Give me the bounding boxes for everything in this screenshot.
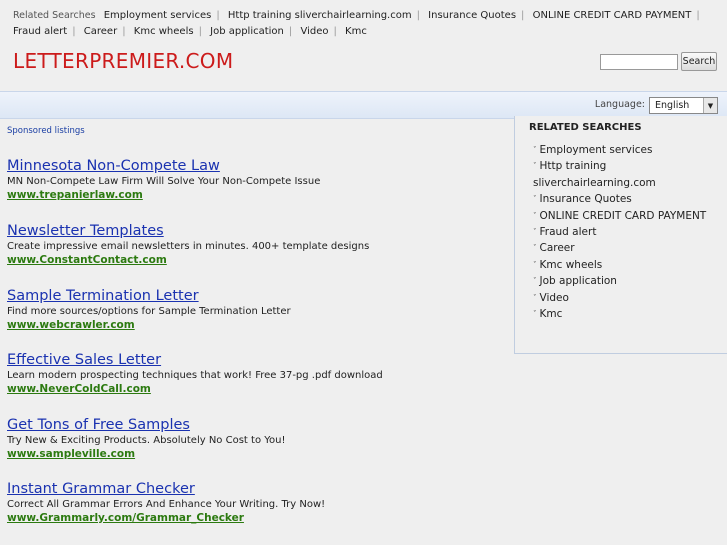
bullet-icon: ˇ [533,162,537,171]
bullet-icon: ˇ [533,195,537,204]
related-item-kmc-wheels[interactable]: ˇ Kmc wheels [533,257,713,273]
related-searches-label: Related Searches [13,10,96,21]
top-link-online-credit-card-payment[interactable]: ONLINE CREDIT CARD PAYMENT [533,10,692,21]
ad-description: Try New & Exciting Products. Absolutely … [7,435,286,446]
related-item-kmc[interactable]: ˇ Kmc [533,306,713,322]
related-item-online-credit-card-payment[interactable]: ˇ ONLINE CREDIT CARD PAYMENT [533,208,713,224]
separator: | [333,26,337,37]
search-button[interactable]: Search [681,52,717,71]
ad-title-link[interactable]: Get Tons of Free Samples [7,416,507,434]
separator: | [696,10,700,21]
ad-title-link[interactable]: Effective Sales Letter [7,351,507,369]
language-selected-value: English [655,100,690,111]
ad-title-link[interactable]: Newsletter Templates [7,222,507,240]
related-item-label: Career [539,242,575,255]
bullet-icon: ˇ [533,260,537,269]
related-item-label: ONLINE CREDIT CARD PAYMENT [539,209,707,222]
top-link-kmc[interactable]: Kmc [345,26,367,37]
bullet-icon: ˇ [533,228,537,237]
separator: | [72,26,76,37]
ad-description: Create impressive email newsletters in m… [7,241,370,252]
ad-listing: Instant Grammar Checker Correct All Gram… [7,480,507,525]
top-link-video[interactable]: Video [300,26,328,37]
related-item-label: Video [539,291,569,304]
ad-listing: Minnesota Non-Compete Law MN Non-Compete… [7,157,507,202]
related-item-employment-services[interactable]: ˇ Employment services [533,142,713,158]
related-searches-panel: RELATED SEARCHES ˇ Employment services ˇH… [514,116,727,354]
ad-listing: Newsletter Templates Create impressive e… [7,222,507,267]
bullet-icon: ˇ [533,244,537,253]
ad-title-link[interactable]: Minnesota Non-Compete Law [7,157,507,175]
top-link-fraud-alert[interactable]: Fraud alert [13,26,67,37]
site-domain-title[interactable]: LETTERPREMIER.COM [13,49,233,73]
top-link-http-training[interactable]: Http training sliverchairlearning.com [228,10,412,21]
related-searches-list: ˇ Employment services ˇ Http training sliv… [533,142,713,322]
ad-url-link[interactable]: www.trepanierlaw.com [7,188,507,202]
ad-listing: Sample Termination Letter Find more sour… [7,287,507,332]
related-item-label: Insurance Quotes [539,193,632,206]
related-searches-bar: Related Searches Employment services | Ht… [0,8,725,40]
ad-title-link[interactable]: Instant Grammar Checker [7,480,507,498]
separator: | [216,10,220,21]
ad-description: Correct All Grammar Errors And Enhance Y… [7,499,326,510]
related-item-label: Fraud alert [539,226,597,239]
ad-url-link[interactable]: www.Grammarly.com/Grammar_Checker [7,511,507,525]
language-label: Language: [594,99,645,110]
related-item-insurance-quotes[interactable]: ˇ Insurance Quotes [533,191,713,207]
related-item-video[interactable]: ˇ Video [533,290,713,306]
bullet-icon: ˇ [533,293,537,302]
search-input[interactable] [600,54,678,70]
related-item-label: Job application [539,275,617,288]
related-item-career[interactable]: ˇ Career [533,240,713,256]
related-item-label: Http training sliverchairlearning.com [533,160,656,189]
top-link-insurance-quotes[interactable]: Insurance Quotes [428,10,516,21]
bullet-icon: ˇ [533,211,537,220]
dropdown-arrow-icon[interactable]: ▼ [703,98,717,113]
bullet-icon: ˇ [533,310,537,319]
ad-listing: Effective Sales Letter Learn modern pros… [7,351,507,396]
ad-title-link[interactable]: Sample Termination Letter [7,287,507,305]
language-bar: Language: English ▼ [0,91,727,119]
top-link-employment-services[interactable]: Employment services [104,10,212,21]
separator: | [288,26,293,37]
top-link-kmc-wheels[interactable]: Kmc wheels [134,26,194,37]
related-item-label: Kmc wheels [539,258,603,271]
separator: | [198,26,202,37]
language-select[interactable]: English ▼ [649,97,718,114]
related-item-fraud-alert[interactable]: ˇ Fraud alert [533,224,713,240]
related-item-http-training[interactable]: ˇ Http training sliverchairlearning.com [533,158,713,191]
bullet-icon: ˇ [533,277,537,286]
separator: | [416,10,420,21]
sponsored-listings-label: Sponsored listings [7,126,85,136]
ad-description: Learn modern prospecting techniques that… [7,370,383,381]
related-item-label: Employment services [539,144,653,156]
bullet-icon: ˇ [533,146,537,154]
ad-description: Find more sources/options for Sample Ter… [7,306,291,317]
related-searches-heading: RELATED SEARCHES [529,122,642,133]
ad-description: MN Non-Compete Law Firm Will Solve Your … [7,176,321,187]
top-link-job-application[interactable]: Job application [210,26,284,37]
separator: | [122,26,126,37]
related-item-label: Kmc [539,308,563,321]
related-item-job-application[interactable]: ˇ Job application [533,273,713,289]
ad-url-link[interactable]: www.sampleville.com [7,447,507,461]
separator: | [521,10,525,21]
ad-listing: Get Tons of Free Samples Try New & Excit… [7,416,507,461]
ad-url-link[interactable]: www.webcrawler.com [7,318,507,332]
top-link-career[interactable]: Career [84,26,117,37]
ad-url-link[interactable]: www.ConstantContact.com [7,253,507,267]
ad-url-link[interactable]: www.NeverColdCall.com [7,382,507,396]
